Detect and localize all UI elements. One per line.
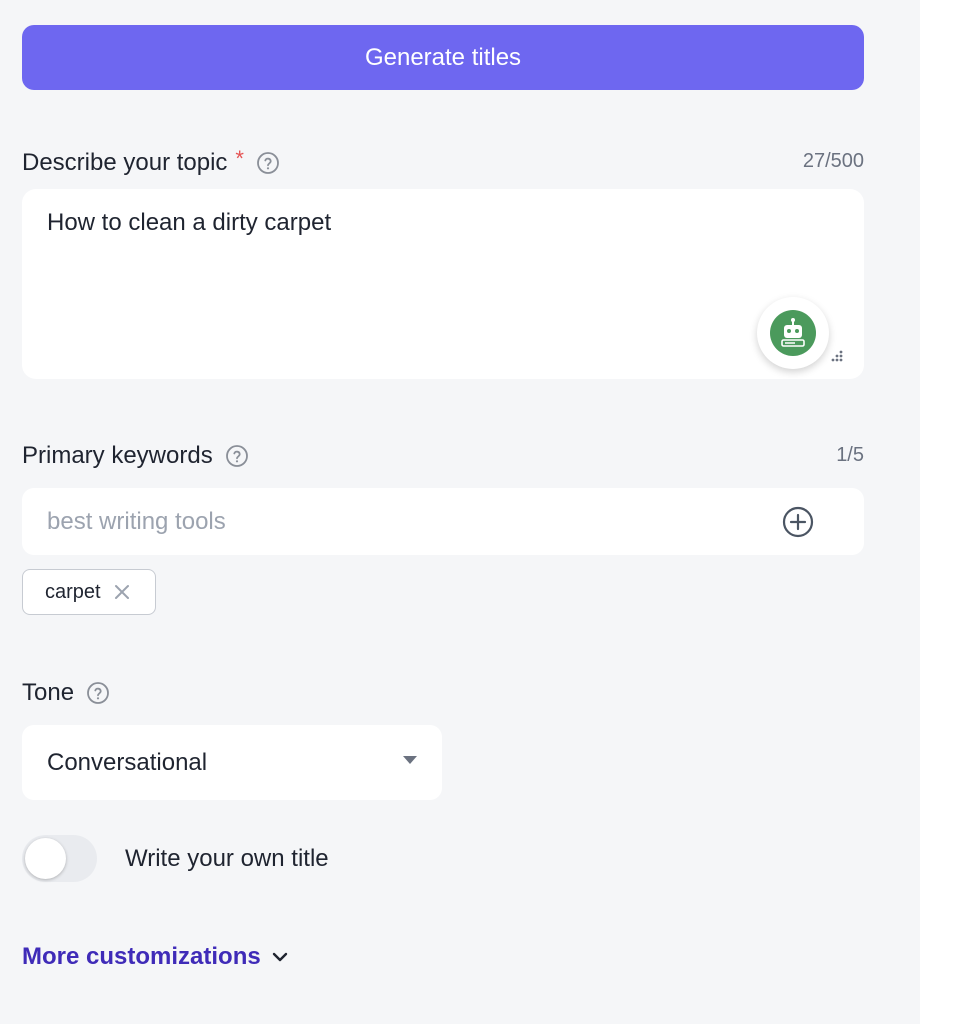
toggle-knob bbox=[25, 838, 66, 879]
own-title-toggle[interactable] bbox=[22, 835, 97, 882]
more-customizations-link[interactable]: More customizations bbox=[22, 943, 289, 971]
keyword-chip: carpet bbox=[22, 569, 156, 615]
close-icon[interactable] bbox=[113, 583, 131, 601]
tone-selected-value: Conversational bbox=[47, 748, 208, 776]
robot-icon bbox=[770, 310, 816, 356]
keywords-counter: 1/5 bbox=[836, 444, 864, 466]
tone-label: Tone bbox=[22, 679, 75, 706]
form-panel: Generate titles Describe your topic * 27… bbox=[0, 0, 920, 1024]
topic-label: Describe your topic bbox=[22, 149, 228, 176]
help-icon[interactable] bbox=[86, 681, 110, 705]
resize-grip-icon[interactable] bbox=[830, 349, 844, 368]
topic-value: How to clean a dirty carpet bbox=[47, 209, 332, 236]
keywords-label-row: Primary keywords bbox=[22, 439, 249, 473]
tone-select[interactable]: Conversational bbox=[22, 725, 442, 800]
topic-char-counter: 27/500 bbox=[802, 150, 864, 172]
generate-titles-label: Generate titles bbox=[364, 43, 522, 71]
keywords-label: Primary keywords bbox=[22, 442, 213, 469]
keyword-chip-label: carpet bbox=[45, 580, 101, 603]
required-mark: * bbox=[235, 146, 244, 171]
generate-titles-button[interactable]: Generate titles bbox=[22, 25, 864, 90]
tone-label-row: Tone bbox=[22, 676, 110, 710]
plus-circle-icon[interactable] bbox=[782, 506, 814, 538]
help-icon[interactable] bbox=[256, 151, 280, 175]
topic-label-row: Describe your topic * bbox=[22, 146, 280, 180]
keyword-input[interactable]: best writing tools bbox=[22, 488, 864, 555]
keyword-placeholder: best writing tools bbox=[47, 507, 226, 535]
chevron-down-icon bbox=[271, 948, 289, 966]
assistant-badge[interactable] bbox=[757, 297, 829, 369]
own-title-label: Write your own title bbox=[125, 845, 329, 872]
caret-down-icon bbox=[403, 756, 417, 764]
more-customizations-label: More customizations bbox=[22, 943, 261, 970]
topic-textarea[interactable]: How to clean a dirty carpet bbox=[22, 189, 864, 379]
help-icon[interactable] bbox=[225, 444, 249, 468]
